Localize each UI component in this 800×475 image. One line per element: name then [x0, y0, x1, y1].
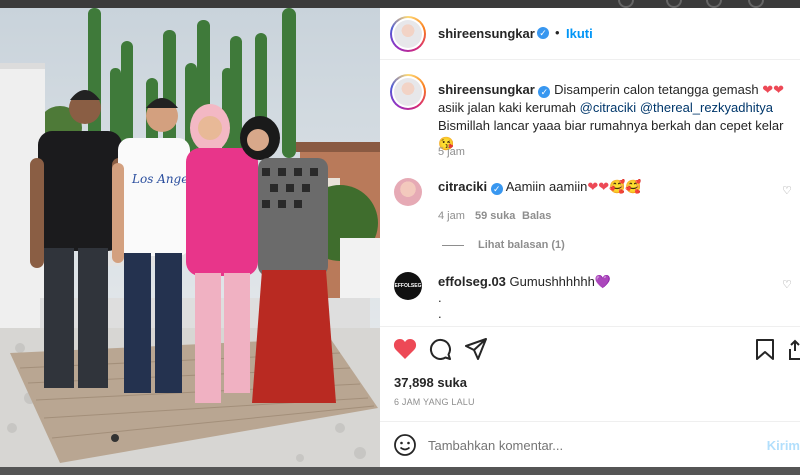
verified-icon: ✓	[537, 27, 549, 39]
topbar-icon	[666, 0, 682, 8]
commenter-avatar[interactable]: EFFOLSEG	[394, 272, 422, 300]
author-username[interactable]: shireensungkar	[438, 26, 535, 41]
comment-username[interactable]: citraciki	[438, 179, 487, 194]
topbar-icon	[748, 0, 764, 8]
author-avatar[interactable]	[390, 16, 426, 52]
photo-illustration: Los Angeles	[0, 8, 380, 467]
mention-rezkyadhitya[interactable]: @thereal_rezkyadhitya	[640, 100, 773, 115]
topbar-icon	[706, 0, 722, 8]
post-side-panel: shireensungkar ✓ • Ikuti shireensungkar …	[380, 8, 800, 467]
comment-emoji: ❤❤🥰🥰	[587, 179, 642, 194]
emoji-icon[interactable]	[394, 434, 416, 456]
scroll-cut-icon	[789, 339, 800, 360]
commenter-avatar[interactable]	[394, 178, 422, 206]
comment-reply-button[interactable]: Balas	[522, 210, 551, 222]
post-header: shireensungkar ✓ • Ikuti	[380, 8, 800, 60]
comment-likes[interactable]: 59 suka	[475, 210, 515, 222]
verified-icon: ✓	[538, 86, 551, 98]
comment-text: Aamiin aamiin	[505, 179, 588, 194]
comment-like-icon[interactable]: ♡	[782, 278, 792, 291]
comment-emoji: 💜	[594, 274, 612, 289]
comment-icon[interactable]	[429, 338, 451, 360]
comment-input[interactable]	[428, 438, 728, 453]
bookmark-icon[interactable]	[756, 339, 774, 360]
caption-username[interactable]: shireensungkar	[438, 82, 535, 97]
view-replies-button[interactable]: Lihat balasan (1)	[442, 239, 565, 251]
comment-username[interactable]: effolseg.03	[438, 274, 506, 289]
comment-2: effolseg.03 Gumushhhhhh💜	[438, 274, 611, 290]
share-icon[interactable]	[465, 338, 487, 360]
action-divider	[380, 326, 800, 327]
send-comment-button[interactable]: Kirim	[767, 438, 800, 453]
caption-author-avatar[interactable]	[390, 74, 426, 110]
like-count[interactable]: 37,898 suka	[394, 375, 467, 390]
comment-like-icon[interactable]: ♡	[782, 184, 792, 197]
comment-text: Gumushhhhhh	[509, 274, 595, 289]
instagram-post-modal: Los Angeles shireensungkar ✓ • Ikuti shi…	[0, 0, 800, 475]
caption-time[interactable]: 5 jam	[438, 146, 465, 158]
comment-time[interactable]: 4 jam	[438, 210, 465, 222]
page-bottom-strip	[0, 467, 800, 475]
add-comment-bar: Kirim	[380, 421, 800, 467]
caption-hearts: ❤❤	[762, 82, 785, 97]
topbar-icon	[618, 0, 634, 8]
caption-text-3: Bismillah lancar yaaa biar rumahnya berk…	[438, 118, 784, 133]
follow-button[interactable]: Ikuti	[566, 26, 593, 41]
comment-continuation: .	[438, 290, 442, 305]
post-photo[interactable]: Los Angeles	[0, 8, 380, 467]
verified-icon: ✓	[490, 183, 503, 195]
comment-continuation: .	[438, 306, 442, 321]
post-caption: shireensungkar ✓ Disamperin calon tetang…	[438, 81, 788, 153]
caption-text-1: Disamperin calon tetangga gemash	[554, 82, 759, 97]
post-timestamp[interactable]: 6 JAM YANG LALU	[394, 397, 475, 407]
replies-line	[442, 244, 464, 246]
caption-text-2: asiik jalan kaki kerumah	[438, 100, 577, 115]
comment-1: citraciki ✓ Aamiin aamiin❤❤🥰🥰	[438, 179, 642, 195]
separator-dot: •	[555, 25, 560, 40]
like-heart-icon[interactable]	[393, 338, 417, 360]
mention-citraciki[interactable]: @citraciki	[580, 100, 637, 115]
browser-topbar	[0, 0, 800, 8]
